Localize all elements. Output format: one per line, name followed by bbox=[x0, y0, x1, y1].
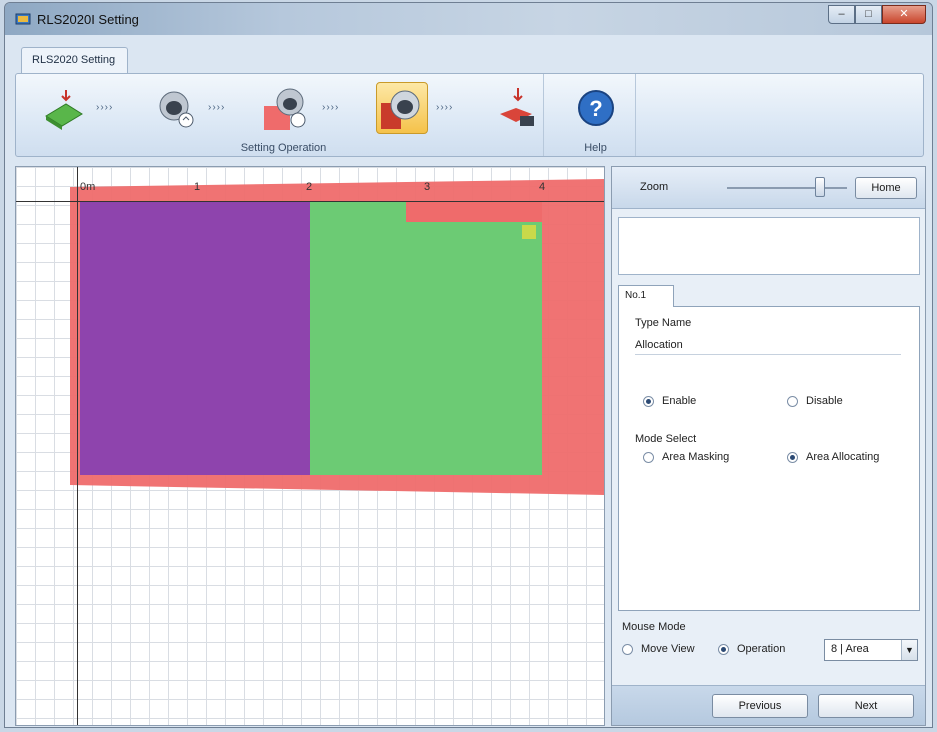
title-bar[interactable]: RLS2020I Setting – □ ✕ bbox=[5, 3, 932, 35]
area-masking-label: Area Masking bbox=[662, 451, 730, 463]
setting-operation-label: Setting Operation bbox=[240, 142, 327, 154]
step-1-button[interactable] bbox=[38, 82, 90, 134]
previous-button[interactable]: Previous bbox=[712, 694, 808, 718]
area-canvas[interactable]: 0m 1 2 3 4 bbox=[15, 166, 605, 726]
help-button[interactable]: ? bbox=[570, 82, 622, 134]
step-5-button[interactable] bbox=[492, 82, 544, 134]
move-view-label: Move View bbox=[641, 643, 695, 655]
operation-radio[interactable]: Operation bbox=[718, 643, 785, 655]
zone-drawing[interactable] bbox=[16, 167, 605, 726]
ribbon: ›››› ›››› ›››› ›››› Setting Operation ? … bbox=[15, 73, 924, 157]
settings-panel: Zoom Home No.1 Type Name Enable Disable … bbox=[611, 166, 926, 726]
green-zone bbox=[310, 202, 542, 475]
app-icon bbox=[15, 13, 31, 25]
step-arrow: ›››› bbox=[322, 102, 340, 113]
green-arrow-step-icon bbox=[45, 90, 83, 130]
step-3-button[interactable] bbox=[260, 82, 312, 134]
tick-label: 0m bbox=[80, 181, 96, 193]
area-select[interactable]: 8 | Area ▼ bbox=[824, 639, 918, 661]
mouse-mode-label: Mouse Mode bbox=[622, 621, 686, 633]
zoom-bar: Zoom Home bbox=[612, 167, 925, 209]
purple-zone bbox=[80, 202, 310, 475]
camera-area-icon bbox=[264, 88, 306, 130]
disable-radio-dot bbox=[787, 395, 798, 407]
navigation-bar: Previous Next bbox=[612, 685, 925, 725]
type-name-label: Type Name bbox=[635, 317, 692, 329]
enable-radio[interactable]: Enable bbox=[643, 395, 696, 407]
tab-rls2020-setting[interactable]: RLS2020 Setting bbox=[21, 47, 129, 75]
setting-operation-group: ›››› ›››› ›››› ›››› Setting Operation bbox=[24, 74, 544, 156]
operation-radio-dot bbox=[718, 643, 729, 655]
step-4-button[interactable] bbox=[376, 82, 428, 134]
zoom-slider-track[interactable] bbox=[727, 187, 847, 189]
tick-label: 3 bbox=[424, 181, 431, 193]
home-button[interactable]: Home bbox=[855, 177, 917, 199]
tick-label: 4 bbox=[539, 181, 546, 193]
chevron-down-icon[interactable]: ▼ bbox=[901, 640, 917, 660]
app-window: RLS2020I Setting – □ ✕ RLS2020 Setting ›… bbox=[4, 2, 933, 728]
move-view-radio-dot bbox=[622, 643, 633, 655]
close-button[interactable]: ✕ bbox=[882, 5, 926, 24]
info-box bbox=[618, 217, 920, 275]
tick-label: 2 bbox=[306, 181, 313, 193]
svg-text:?: ? bbox=[589, 96, 602, 121]
step-arrow: ›››› bbox=[96, 102, 114, 113]
area-allocating-radio[interactable]: Area Allocating bbox=[787, 451, 879, 463]
next-button[interactable]: Next bbox=[818, 694, 914, 718]
window-controls: – □ ✕ bbox=[828, 5, 926, 24]
export-step-icon bbox=[500, 88, 534, 126]
disable-label: Disable bbox=[806, 395, 843, 407]
help-icon: ? bbox=[578, 90, 614, 126]
step-arrow: ›››› bbox=[436, 102, 454, 113]
area-masking-radio-dot bbox=[643, 451, 654, 463]
tab-content: Type Name Enable Disable Mode Select Are… bbox=[618, 306, 920, 611]
help-label: Help bbox=[584, 142, 607, 154]
ribbon-tabs: RLS2020 Setting bbox=[21, 47, 129, 75]
help-group: ? Help bbox=[556, 74, 636, 156]
camera-setup-icon bbox=[159, 91, 194, 128]
area-masking-radio[interactable]: Area Masking bbox=[643, 451, 729, 463]
mouse-mode-group: Mouse Mode Move View Operation 8 | Area … bbox=[618, 617, 920, 681]
minimize-button[interactable]: – bbox=[828, 5, 855, 24]
type-name-input[interactable] bbox=[635, 335, 901, 355]
y-axis bbox=[77, 167, 78, 725]
step-arrow: ›››› bbox=[208, 102, 226, 113]
operation-label: Operation bbox=[737, 643, 786, 655]
move-view-radio[interactable]: Move View bbox=[622, 643, 695, 655]
area-select-value: 8 | Area bbox=[831, 643, 869, 655]
zone-tab-control: No.1 Type Name Enable Disable Mode Selec… bbox=[618, 285, 920, 611]
tick-label: 1 bbox=[194, 181, 201, 193]
tab-no-1[interactable]: No.1 bbox=[618, 285, 674, 307]
outer-area-notch bbox=[406, 202, 542, 222]
enable-label: Enable bbox=[662, 395, 697, 407]
maximize-button[interactable]: □ bbox=[855, 5, 882, 24]
mode-select-label: Mode Select bbox=[635, 433, 697, 445]
disable-radio[interactable]: Disable bbox=[787, 395, 843, 407]
window-title: RLS2020I Setting bbox=[37, 11, 139, 27]
area-allocating-radio-dot bbox=[787, 451, 798, 463]
x-axis bbox=[16, 201, 604, 202]
enable-radio-dot bbox=[643, 395, 654, 407]
step-2-button[interactable] bbox=[150, 82, 202, 134]
area-allocating-label: Area Allocating bbox=[806, 451, 880, 463]
zoom-slider-thumb[interactable] bbox=[815, 177, 825, 197]
yellow-marker bbox=[522, 225, 536, 239]
zoom-label: Zoom bbox=[640, 181, 669, 193]
camera-zone-icon bbox=[381, 90, 420, 129]
